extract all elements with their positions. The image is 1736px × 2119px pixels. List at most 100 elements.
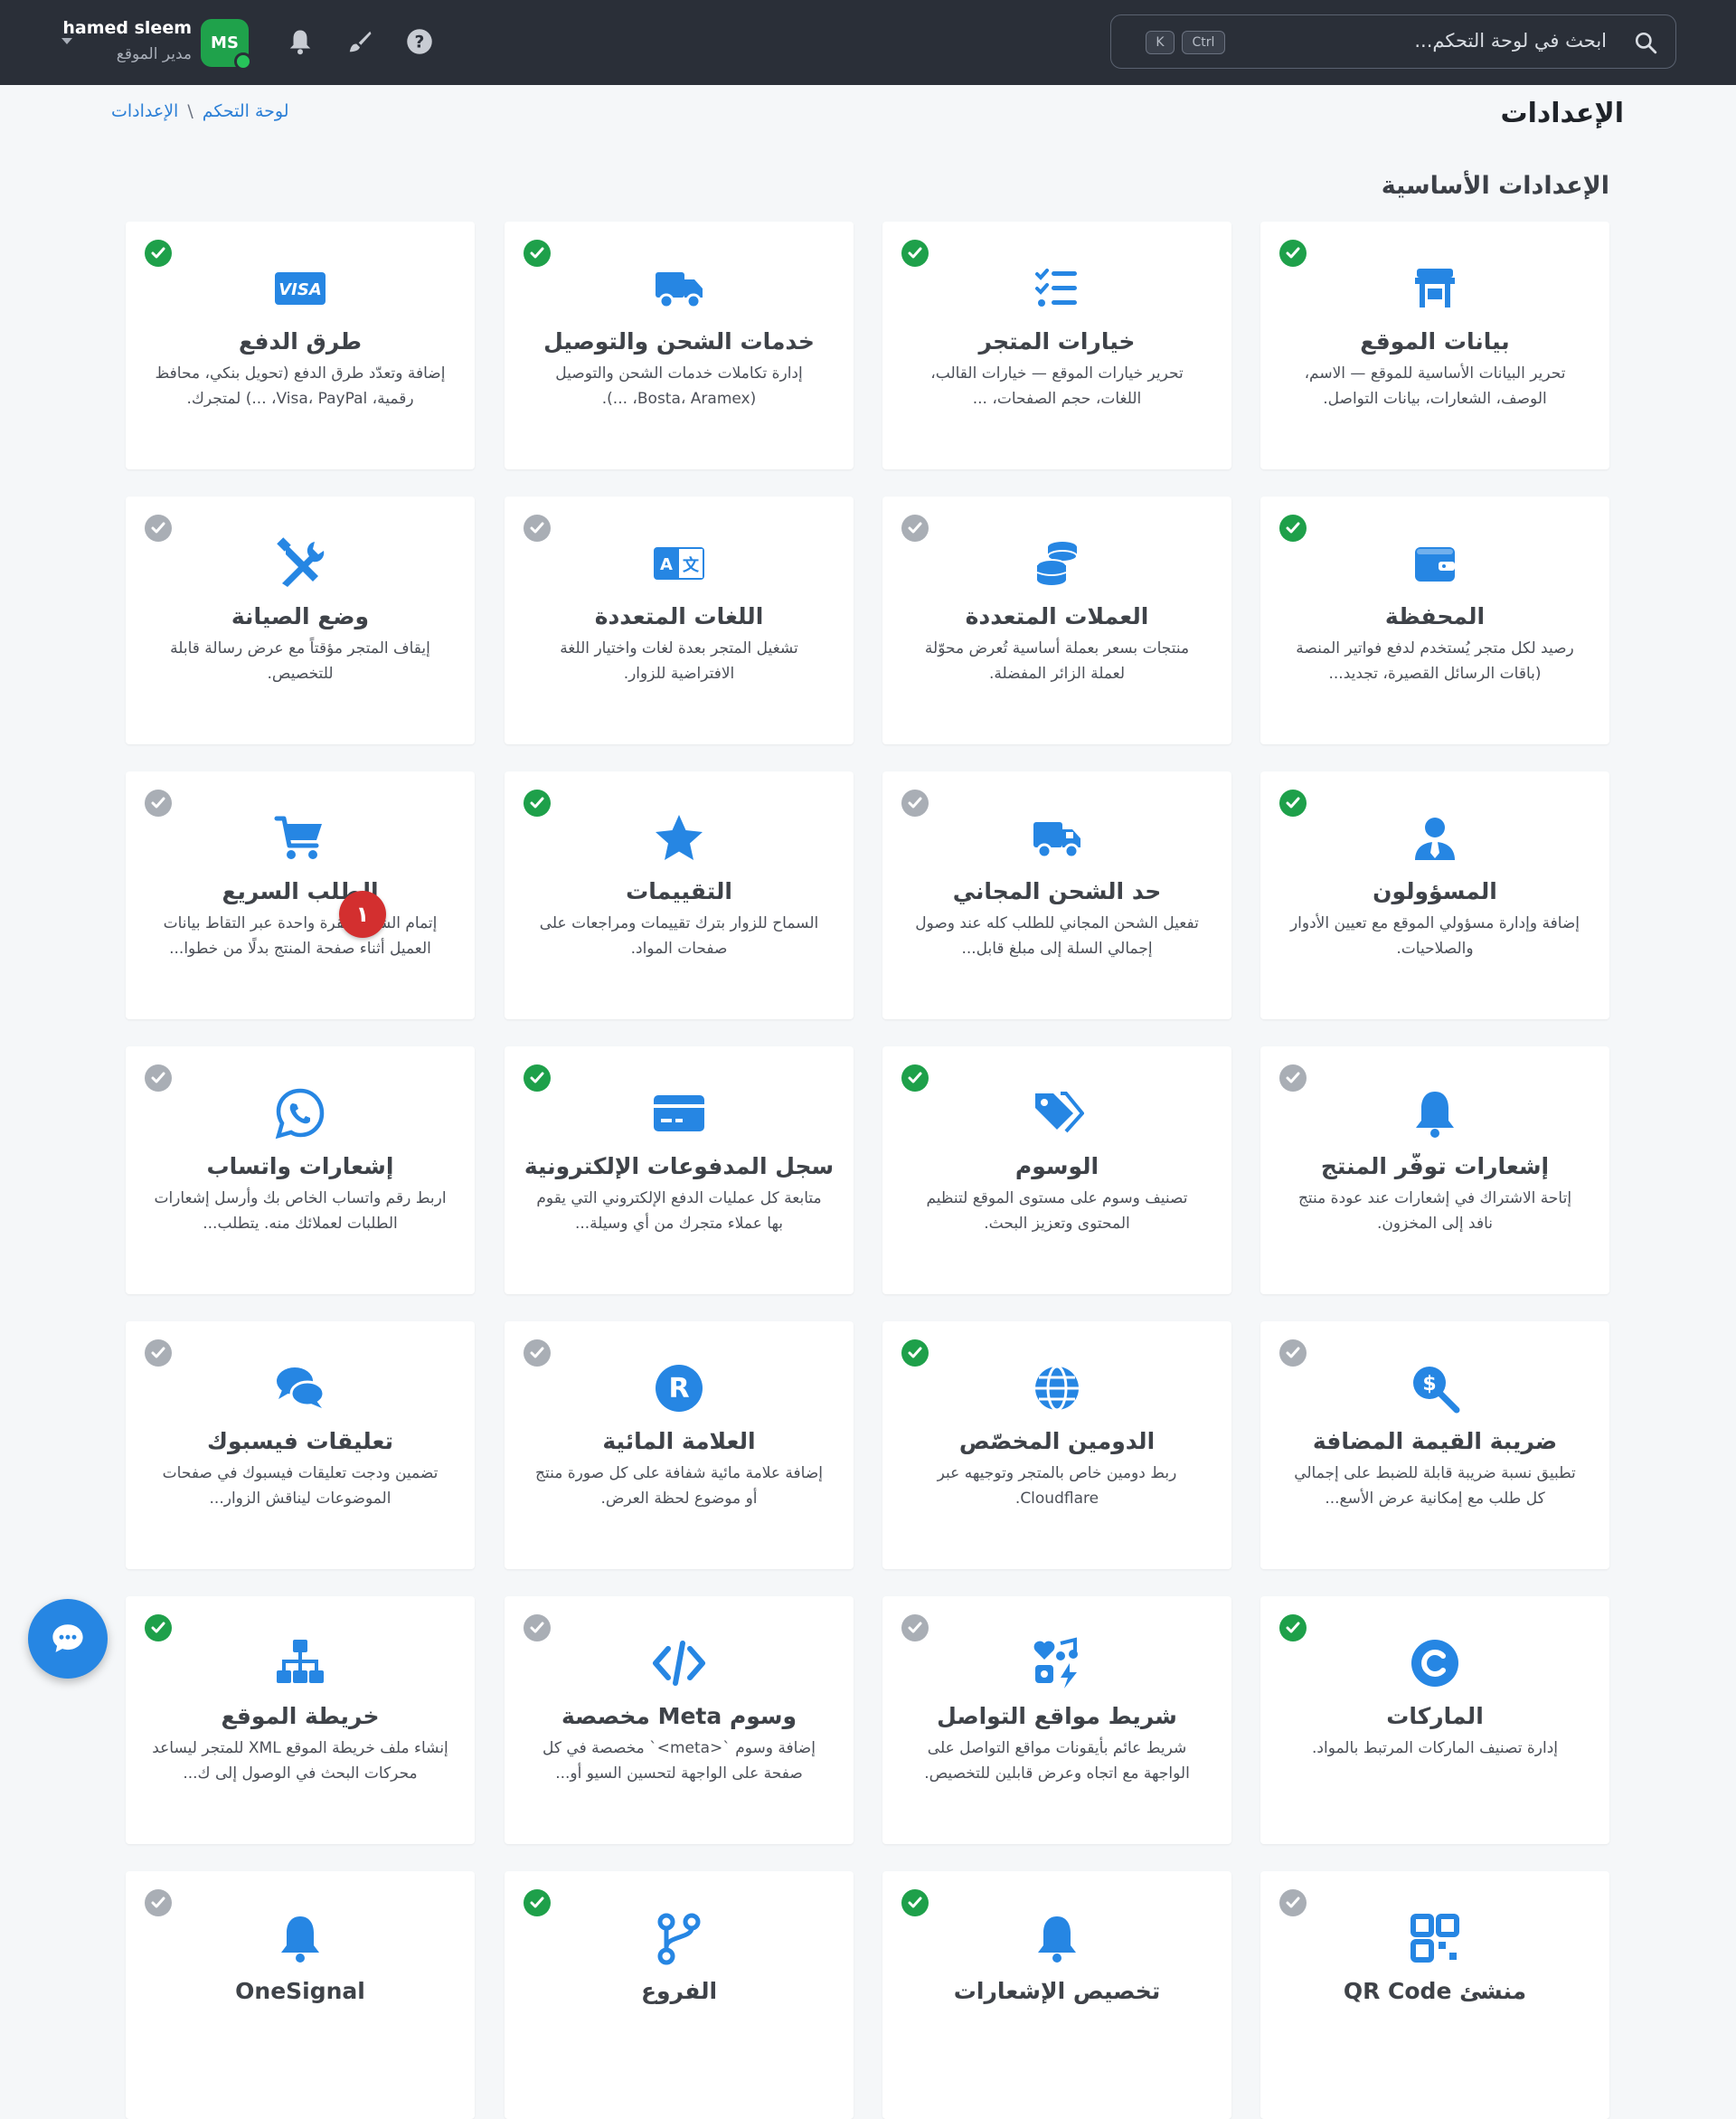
card-description: تضمين ودجت تعليقات فيسبوك في صفحات الموض…: [162, 1464, 439, 1508]
card-title: العملات المتعددة: [965, 603, 1149, 629]
setting-card[interactable]: تخصيص الإشعارات: [882, 1871, 1231, 2119]
card-title: ضريبة القيمة المضافة: [1312, 1428, 1558, 1454]
setting-card[interactable]: تعليقات فيسبوك تضمين ودجت تعليقات فيسبوك …: [126, 1321, 475, 1569]
setting-card[interactable]: VISA طرق الدفع إضافة وتعدّد طرق الدفع (تحو…: [126, 222, 475, 469]
setting-card[interactable]: خريطة الموقع إنشاء ملف خريطة الموقع XML ل…: [126, 1596, 475, 1844]
social-icon: [1033, 1637, 1078, 1689]
shortcut-k: K: [1146, 31, 1175, 54]
bell-icon: [1416, 1092, 1454, 1138]
setting-card[interactable]: العملات المتعددة منتجات بسعر بعملة أساسية…: [882, 497, 1231, 744]
setting-card[interactable]: A 文 اللغات المتعددة تشغيل المتجر بعدة لغات …: [505, 497, 854, 744]
setting-card[interactable]: المحفظة رصيد لكل متجر يُستخدم لدفع فواتير…: [1260, 497, 1609, 744]
card-description: رصيد لكل متجر يُستخدم لدفع فواتير المنصة…: [1296, 639, 1574, 683]
setting-card[interactable]: سجل المدفوعات الإلكترونية متابعة كل عمليا…: [505, 1046, 854, 1294]
setting-card[interactable]: خيارات المتجر تحرير خيارات الموقع — خيارا…: [882, 222, 1231, 469]
breadcrumb-settings[interactable]: الإعدادات: [111, 101, 178, 121]
check-disabled-icon: [145, 1064, 172, 1092]
card-description: إتمام الشراء بنقرة واحدة عبر التقاط بيان…: [163, 914, 438, 958]
card-description: إضافة وتعدّد طرق الدفع (تحويل بنكي، محاف…: [155, 364, 446, 408]
check-disabled-icon: [145, 1889, 172, 1916]
check-enabled-icon: [524, 790, 551, 817]
card-description: إدارة تصنيف الماركات المرتبط بالمواد.: [1312, 1739, 1558, 1757]
card-title: الوسوم: [1014, 1153, 1099, 1179]
card-title: الماركات: [1386, 1703, 1484, 1729]
setting-card[interactable]: الفروع: [505, 1871, 854, 2119]
setting-card[interactable]: شريط مواقع التواصل شريط عائم بأيقونات موا…: [882, 1596, 1231, 1844]
globe-icon: [1035, 1365, 1079, 1412]
branch-icon: [657, 1913, 701, 1965]
check-disabled-icon: [524, 1339, 551, 1367]
card-description: إتاحة الاشتراك في إشعارات عند عودة منتج …: [1297, 1189, 1572, 1233]
card-title: OneSignal: [235, 1978, 365, 2004]
setting-card[interactable]: $ ضريبة القيمة المضافة تطبيق نسبة ضريبة قا…: [1260, 1321, 1609, 1569]
card-title: تعليقات فيسبوك: [207, 1428, 393, 1454]
card-description: إضافة وإدارة مسؤولي الموقع مع تعيين الأد…: [1289, 914, 1580, 958]
setting-card[interactable]: منشئ QR Code: [1260, 1871, 1609, 2119]
setting-card[interactable]: إشعارات توفّر المنتج إتاحة الاشتراك في إش…: [1260, 1046, 1609, 1294]
setting-card[interactable]: حد الشحن المجاني تفعيل الشحن المجاني للطل…: [882, 771, 1231, 1019]
check-enabled-icon: [901, 1889, 929, 1916]
user-tie-icon: [1415, 818, 1455, 860]
card-title: شريط مواقع التواصل: [937, 1703, 1177, 1729]
check-enabled-icon: [1279, 790, 1307, 817]
check-enabled-icon: [524, 240, 551, 267]
chat-button[interactable]: [28, 1599, 108, 1679]
card-description: تصنيف وسوم على مستوى الموقع لتنظيم المحت…: [926, 1189, 1188, 1233]
card-title: خيارات المتجر: [978, 328, 1136, 355]
setting-card[interactable]: خدمات الشحن والتوصيل إدارة تكاملات خدمات …: [505, 222, 854, 469]
card-description: السماح للزوار بترك تقييمات ومراجعات على …: [539, 914, 819, 958]
card-title: وضع الصيانة: [231, 603, 370, 629]
tags-icon: [1035, 1092, 1084, 1133]
setting-card[interactable]: الوسوم تصنيف وسوم على مستوى الموقع لتنظيم…: [882, 1046, 1231, 1294]
check-enabled-icon: [145, 240, 172, 267]
setting-card[interactable]: الماركات إدارة تصنيف الماركات المرتبط بال…: [1260, 1596, 1609, 1844]
setting-card[interactable]: التقييمات السماح للزوار بترك تقييمات ومرا…: [505, 771, 854, 1019]
user-name[interactable]: hamed sleem: [62, 18, 192, 38]
avatar[interactable]: MS: [201, 19, 252, 71]
bell-icon[interactable]: [287, 28, 314, 55]
setting-card[interactable]: المسؤولون إضافة وإدارة مسؤولي الموقع مع ت…: [1260, 771, 1609, 1019]
search-box[interactable]: ابحث في لوحة التحكم... Ctrl K: [1110, 14, 1676, 69]
visa-icon: VISA: [275, 272, 326, 305]
setting-card[interactable]: وسوم Meta مخصصة إضافة وسوم `<meta>` مخصصة…: [505, 1596, 854, 1844]
card-title: الدومين المخصّص: [958, 1428, 1156, 1454]
setting-card[interactable]: OneSignal: [126, 1871, 475, 2119]
svg-text:?: ?: [415, 33, 425, 52]
card-description: متابعة كل عمليات الدفع الإلكتروني التي ي…: [536, 1189, 822, 1233]
code-icon: [653, 1641, 705, 1686]
setting-card[interactable]: إشعارات واتساب اربط رقم واتساب الخاص بك و…: [126, 1046, 475, 1294]
bell-icon: [281, 1916, 319, 1963]
setting-card[interactable]: R العلامة المائية إضافة علامة مائية شفافة …: [505, 1321, 854, 1569]
card-title: خريطة الموقع: [221, 1703, 380, 1729]
chevron-down-icon[interactable]: [61, 38, 72, 44]
setting-card[interactable]: الطلب السريع إتمام الشراء بنقرة واحدة عبر…: [126, 771, 475, 1019]
card-description: ربط دومين خاص بالمتجر وتوجيهه عبر Cloudf…: [937, 1464, 1177, 1508]
card-title: طرق الدفع: [239, 328, 362, 355]
sitemap-icon: [277, 1640, 324, 1683]
breadcrumb-dashboard[interactable]: لوحة التحكم: [203, 101, 289, 121]
coins-icon: [1036, 542, 1078, 585]
brush-icon[interactable]: [346, 28, 373, 55]
page-title: الإعدادات: [1500, 98, 1624, 129]
wallet-icon: [1415, 547, 1455, 582]
check-enabled-icon: [901, 1339, 929, 1367]
svg-text:A: A: [660, 555, 673, 574]
check-disabled-icon: [524, 515, 551, 542]
check-disabled-icon: [1279, 1064, 1307, 1092]
card-title: منشئ QR Code: [1343, 1978, 1527, 2004]
card-title: حد الشحن المجاني: [952, 878, 1162, 904]
setting-card[interactable]: وضع الصيانة إيقاف المتجر مؤقتاً مع عرض رس…: [126, 497, 475, 744]
check-disabled-icon: [901, 790, 929, 817]
card-title: الفروع: [640, 1978, 718, 2004]
card-title: اللغات المتعددة: [594, 603, 764, 629]
card-title: بيانات الموقع: [1360, 328, 1510, 355]
language-icon: A文: [654, 547, 704, 580]
setting-card[interactable]: الدومين المخصّص ربط دومين خاص بالمتجر وتو…: [882, 1321, 1231, 1569]
copyright-icon: [1411, 1640, 1458, 1687]
setting-card[interactable]: بيانات الموقع تحرير البيانات الأساسية للم…: [1260, 222, 1609, 469]
check-enabled-icon: [1279, 515, 1307, 542]
check-disabled-icon: [1279, 1339, 1307, 1367]
check-enabled-icon: [901, 1064, 929, 1092]
svg-text:VISA: VISA: [278, 280, 322, 299]
help-icon[interactable]: ?: [406, 28, 433, 55]
